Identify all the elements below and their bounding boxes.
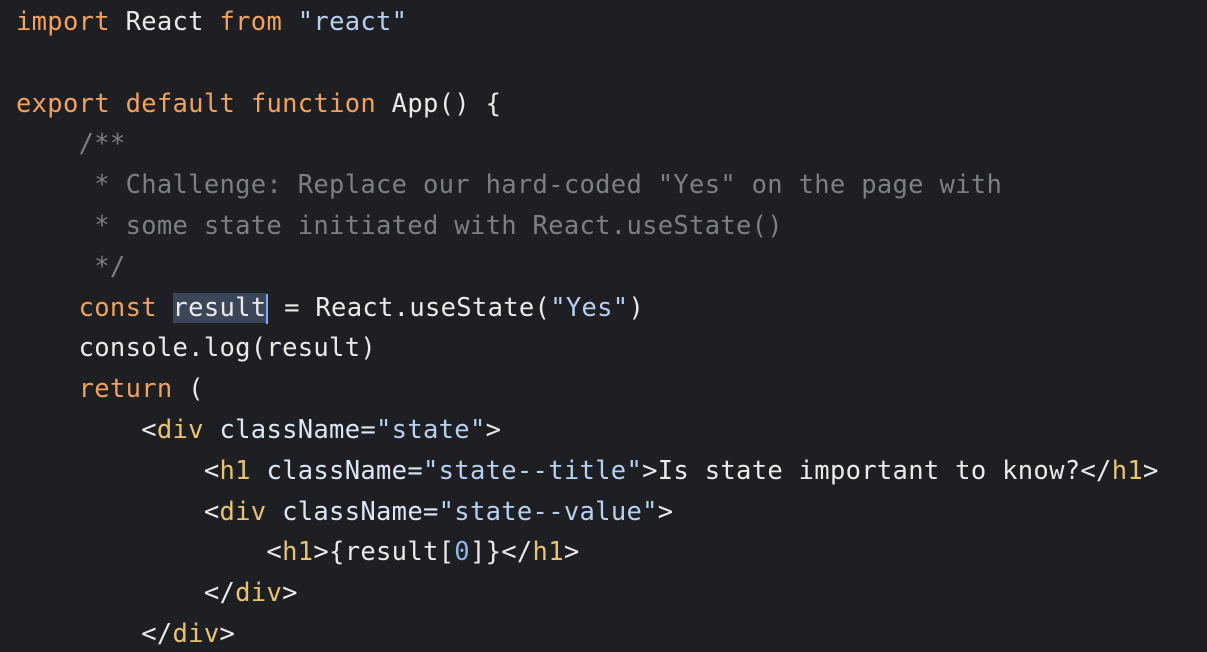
jsx-tag-token: div: [235, 578, 283, 609]
code-token: App() {: [376, 88, 502, 119]
jsx-tag-token: div: [219, 496, 267, 527]
jsx-punct-token: >: [563, 537, 580, 568]
keyword-token: return: [78, 374, 173, 405]
code-line[interactable]: return (: [0, 369, 1207, 410]
comment-token: */: [16, 251, 126, 282]
code-line[interactable]: <div className="state">: [0, 410, 1207, 451]
jsx-punct-token: >: [657, 496, 674, 527]
keyword-token: const: [78, 292, 157, 323]
code-token: React: [109, 7, 220, 37]
string-token: "state--title": [422, 455, 643, 486]
code-line[interactable]: </div>: [0, 614, 1207, 652]
string-token: "state--value": [438, 496, 658, 527]
jsx-punct-token: >: [485, 414, 502, 445]
number-token: 0: [454, 537, 470, 568]
code-line[interactable]: */: [0, 247, 1207, 288]
string-token: "state": [376, 414, 486, 445]
string-token: "react": [297, 7, 408, 37]
keyword-token: function: [250, 88, 377, 119]
code-line[interactable]: <h1>{result[0]}</h1>: [0, 532, 1207, 573]
jsx-punct-token: >: [282, 578, 298, 609]
jsx-tag-token: div: [172, 618, 220, 649]
jsx-punct-token: <: [16, 537, 283, 568]
code-line[interactable]: * some state initiated with React.useSta…: [0, 206, 1207, 247]
code-line[interactable]: export default function App() {: [0, 84, 1207, 125]
code-line[interactable]: <h1 className="state--title">Is state im…: [0, 451, 1207, 492]
jsx-attr-token: className=: [203, 414, 377, 445]
code-token: ): [628, 292, 645, 323]
code-line[interactable]: /**: [0, 124, 1207, 165]
keyword-token: export: [16, 88, 110, 119]
jsx-tag-token: h1: [1111, 455, 1144, 486]
jsx-tag-token: div: [156, 414, 204, 445]
string-token: "Yes": [550, 292, 629, 323]
code-token: console.log(result): [16, 333, 377, 364]
code-line[interactable]: import React from "react": [0, 2, 1207, 43]
jsx-punct-token: <: [16, 496, 220, 527]
code-token: = React.useState(: [268, 292, 551, 323]
comment-token: * some state initiated with React.useSta…: [16, 210, 783, 241]
jsx-attr-token: className=: [250, 455, 423, 486]
selected-token: result: [172, 292, 267, 323]
jsx-punct-token: ]}</: [469, 537, 533, 568]
keyword-token: default: [125, 88, 236, 119]
jsx-punct-token: >: [219, 618, 236, 649]
keyword-token: from: [219, 7, 283, 37]
jsx-punct-token: >{result[: [313, 537, 455, 568]
code-line[interactable]: [0, 43, 1207, 84]
code-editor[interactable]: import React from "react" export default…: [0, 0, 1207, 652]
code-line[interactable]: </div>: [0, 573, 1207, 614]
code-token: (: [172, 374, 204, 405]
jsx-punct-token: <: [16, 455, 220, 486]
jsx-punct-token: </: [16, 578, 236, 609]
code-line[interactable]: console.log(result): [0, 328, 1207, 369]
jsx-tag-token: h1: [532, 537, 564, 568]
jsx-tag-token: h1: [282, 537, 314, 568]
jsx-punct-token: </: [16, 618, 173, 649]
jsx-punct-token: >: [1143, 455, 1159, 486]
code-line[interactable]: <div className="state--value">: [0, 492, 1207, 533]
code-line[interactable]: * Challenge: Replace our hard-coded "Yes…: [0, 165, 1207, 206]
code-line[interactable]: const result = React.useState("Yes"): [0, 288, 1207, 329]
jsx-punct-token: >Is state important to know?</: [642, 455, 1112, 486]
jsx-punct-token: <: [16, 414, 157, 445]
jsx-tag-token: h1: [219, 455, 251, 486]
keyword-token: import: [16, 7, 110, 37]
comment-token: /**: [16, 129, 126, 160]
jsx-attr-token: className=: [266, 496, 439, 527]
comment-token: * Challenge: Replace our hard-coded "Yes…: [16, 170, 1003, 201]
